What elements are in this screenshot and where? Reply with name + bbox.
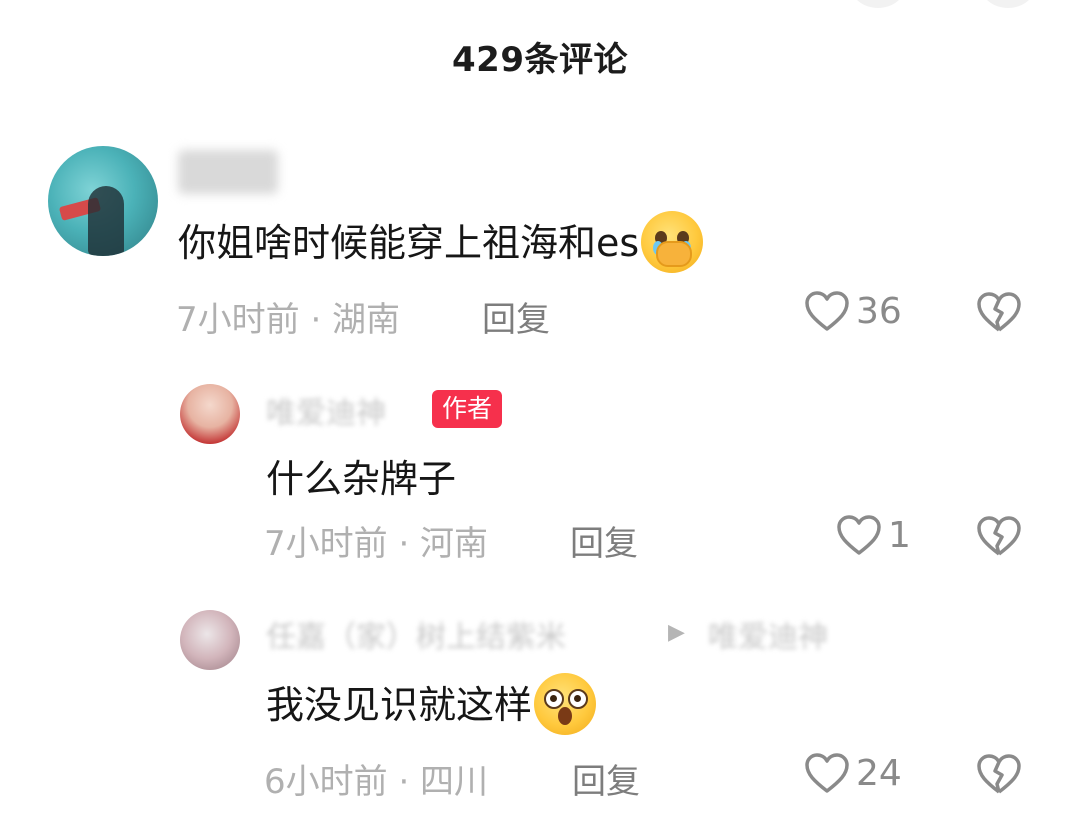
reply-button[interactable]: 回复 xyxy=(570,516,638,565)
username[interactable]: 任嘉（家）树上结紫米 xyxy=(266,612,566,656)
astonished-face-emoji xyxy=(534,672,597,735)
comment-time-location: 7小时前 · 湖南 xyxy=(176,300,401,340)
reply-arrow-icon: ▶ xyxy=(668,620,685,645)
reply-to-username[interactable]: 唯爱迪神 xyxy=(708,612,828,656)
pleading-hands-over-mouth-emoji xyxy=(641,210,704,273)
comment-count-title: 429条评论 xyxy=(452,40,628,80)
like-button[interactable]: 36 xyxy=(804,290,902,332)
comment-time-location: 6小时前 · 四川 xyxy=(264,762,489,802)
reply-button[interactable]: 回复 xyxy=(482,292,550,341)
author-badge: 作者 xyxy=(432,390,503,428)
avatar[interactable] xyxy=(48,146,158,256)
comment-text: 我没见识就这样 xyxy=(266,672,597,739)
redacted-username[interactable] xyxy=(178,150,278,194)
like-count: 1 xyxy=(888,514,911,556)
broken-heart-icon[interactable] xyxy=(976,291,1022,333)
like-button[interactable]: 1 xyxy=(836,514,911,556)
comment-text: 什么杂牌子 xyxy=(266,457,457,501)
heart-icon xyxy=(836,514,882,556)
like-button[interactable]: 24 xyxy=(804,752,902,794)
comment-time-location: 7小时前 · 河南 xyxy=(264,524,489,564)
avatar[interactable] xyxy=(180,610,240,670)
like-count: 36 xyxy=(856,290,902,332)
broken-heart-icon[interactable] xyxy=(976,753,1022,795)
username[interactable]: 唯爱迪神 xyxy=(266,388,386,432)
heart-icon xyxy=(804,290,850,332)
broken-heart-icon[interactable] xyxy=(976,515,1022,557)
top-button-partial[interactable] xyxy=(980,0,1036,8)
heart-icon xyxy=(804,752,850,794)
top-button-partial[interactable] xyxy=(850,0,906,8)
comment-text: 你姐啥时候能穿上祖海和es xyxy=(178,210,704,277)
like-count: 24 xyxy=(856,752,902,794)
reply-button[interactable]: 回复 xyxy=(572,754,640,803)
comments-panel: 429条评论 你姐啥时候能穿上祖海和es 7小时前 · 湖南 回复 36 唯爱迪… xyxy=(0,0,1080,830)
avatar[interactable] xyxy=(180,384,240,444)
